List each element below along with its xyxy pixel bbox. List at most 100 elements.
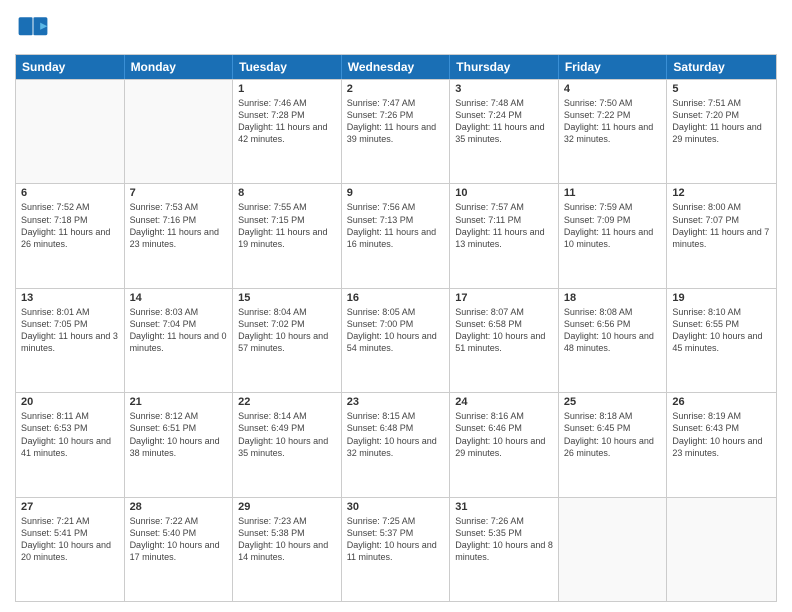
cal-cell-25: 25 Sunrise: 8:18 AM Sunset: 6:45 PM Dayli… <box>559 393 668 496</box>
cal-cell-15: 15Sunrise: 8:04 AM Sunset: 7:02 PM Dayli… <box>233 289 342 392</box>
cal-cell-empty-4-6 <box>667 498 776 601</box>
day-info: Sunrise: 8:08 AM Sunset: 6:56 PM Dayligh… <box>564 306 662 355</box>
calendar-body: 1 Sunrise: 7:46 AM Sunset: 7:28 PM Daylig… <box>16 79 776 601</box>
header-cell-sunday: Sunday <box>16 55 125 79</box>
day-info: Sunrise: 7:52 AM Sunset: 7:18 PM Dayligh… <box>21 201 119 250</box>
day-number: 10 <box>455 187 553 199</box>
header-cell-thursday: Thursday <box>450 55 559 79</box>
day-number: 13 <box>21 292 119 304</box>
day-number: 26 <box>672 396 771 408</box>
cal-cell-6: 6 Sunrise: 7:52 AM Sunset: 7:18 PM Daylig… <box>16 184 125 287</box>
day-info: Sunrise: 7:53 AM Sunset: 7:16 PM Dayligh… <box>130 201 228 250</box>
day-number: 27 <box>21 501 119 513</box>
cal-cell-11: 11 Sunrise: 7:59 AM Sunset: 7:09 PM Dayli… <box>559 184 668 287</box>
cal-cell-26: 26Sunrise: 8:19 AM Sunset: 6:43 PM Dayli… <box>667 393 776 496</box>
day-number: 16 <box>347 292 445 304</box>
day-info: Sunrise: 7:59 AM Sunset: 7:09 PM Dayligh… <box>564 201 662 250</box>
day-number: 8 <box>238 187 336 199</box>
header-cell-wednesday: Wednesday <box>342 55 451 79</box>
day-info: Sunrise: 7:55 AM Sunset: 7:15 PM Dayligh… <box>238 201 336 250</box>
logo-icon <box>15 10 51 46</box>
header-cell-saturday: Saturday <box>667 55 776 79</box>
calendar-header: SundayMondayTuesdayWednesdayThursdayFrid… <box>16 55 776 79</box>
day-info: Sunrise: 7:48 AM Sunset: 7:24 PM Dayligh… <box>455 97 553 146</box>
day-number: 4 <box>564 83 662 95</box>
day-info: Sunrise: 8:03 AM Sunset: 7:04 PM Dayligh… <box>130 306 228 355</box>
cal-cell-24: 24 Sunrise: 8:16 AM Sunset: 6:46 PM Dayli… <box>450 393 559 496</box>
cal-cell-13: 13 Sunrise: 8:01 AM Sunset: 7:05 PM Dayli… <box>16 289 125 392</box>
day-info: Sunrise: 7:22 AM Sunset: 5:40 PM Dayligh… <box>130 515 228 564</box>
day-info: Sunrise: 8:15 AM Sunset: 6:48 PM Dayligh… <box>347 410 445 459</box>
day-number: 24 <box>455 396 553 408</box>
cal-cell-16: 16 Sunrise: 8:05 AM Sunset: 7:00 PM Dayli… <box>342 289 451 392</box>
day-info: Sunrise: 7:23 AM Sunset: 5:38 PM Dayligh… <box>238 515 336 564</box>
cal-cell-9: 9 Sunrise: 7:56 AM Sunset: 7:13 PM Daylig… <box>342 184 451 287</box>
day-number: 9 <box>347 187 445 199</box>
cal-cell-4: 4 Sunrise: 7:50 AM Sunset: 7:22 PM Daylig… <box>559 80 668 183</box>
cal-cell-8: 8 Sunrise: 7:55 AM Sunset: 7:15 PM Daylig… <box>233 184 342 287</box>
cal-cell-27: 27 Sunrise: 7:21 AM Sunset: 5:41 PM Dayli… <box>16 498 125 601</box>
cal-cell-empty-0-1 <box>125 80 234 183</box>
cal-cell-2: 2Sunrise: 7:47 AM Sunset: 7:26 PM Daylig… <box>342 80 451 183</box>
cal-cell-30: 30Sunrise: 7:25 AM Sunset: 5:37 PM Dayli… <box>342 498 451 601</box>
day-number: 23 <box>347 396 445 408</box>
day-info: Sunrise: 8:16 AM Sunset: 6:46 PM Dayligh… <box>455 410 553 459</box>
cal-cell-10: 10 Sunrise: 7:57 AM Sunset: 7:11 PM Dayli… <box>450 184 559 287</box>
cal-cell-17: 17Sunrise: 8:07 AM Sunset: 6:58 PM Dayli… <box>450 289 559 392</box>
cal-cell-21: 21Sunrise: 8:12 AM Sunset: 6:51 PM Dayli… <box>125 393 234 496</box>
day-info: Sunrise: 7:25 AM Sunset: 5:37 PM Dayligh… <box>347 515 445 564</box>
day-number: 2 <box>347 83 445 95</box>
day-info: Sunrise: 7:46 AM Sunset: 7:28 PM Dayligh… <box>238 97 336 146</box>
day-info: Sunrise: 8:11 AM Sunset: 6:53 PM Dayligh… <box>21 410 119 459</box>
cal-cell-empty-4-5 <box>559 498 668 601</box>
cal-cell-28: 28 Sunrise: 7:22 AM Sunset: 5:40 PM Dayli… <box>125 498 234 601</box>
day-number: 11 <box>564 187 662 199</box>
day-number: 29 <box>238 501 336 513</box>
day-number: 31 <box>455 501 553 513</box>
day-info: Sunrise: 8:05 AM Sunset: 7:00 PM Dayligh… <box>347 306 445 355</box>
cal-cell-22: 22Sunrise: 8:14 AM Sunset: 6:49 PM Dayli… <box>233 393 342 496</box>
cal-cell-29: 29 Sunrise: 7:23 AM Sunset: 5:38 PM Dayli… <box>233 498 342 601</box>
day-info: Sunrise: 7:50 AM Sunset: 7:22 PM Dayligh… <box>564 97 662 146</box>
day-info: Sunrise: 8:14 AM Sunset: 6:49 PM Dayligh… <box>238 410 336 459</box>
week-row-4: 27 Sunrise: 7:21 AM Sunset: 5:41 PM Dayli… <box>16 497 776 601</box>
cal-cell-14: 14 Sunrise: 8:03 AM Sunset: 7:04 PM Dayli… <box>125 289 234 392</box>
cal-cell-5: 5 Sunrise: 7:51 AM Sunset: 7:20 PM Daylig… <box>667 80 776 183</box>
day-number: 21 <box>130 396 228 408</box>
day-number: 12 <box>672 187 771 199</box>
week-row-0: 1 Sunrise: 7:46 AM Sunset: 7:28 PM Daylig… <box>16 79 776 183</box>
day-info: Sunrise: 8:01 AM Sunset: 7:05 PM Dayligh… <box>21 306 119 355</box>
day-number: 3 <box>455 83 553 95</box>
day-number: 7 <box>130 187 228 199</box>
cal-cell-7: 7 Sunrise: 7:53 AM Sunset: 7:16 PM Daylig… <box>125 184 234 287</box>
day-number: 14 <box>130 292 228 304</box>
header-cell-friday: Friday <box>559 55 668 79</box>
page: SundayMondayTuesdayWednesdayThursdayFrid… <box>0 0 792 612</box>
header-cell-tuesday: Tuesday <box>233 55 342 79</box>
day-number: 5 <box>672 83 771 95</box>
day-number: 28 <box>130 501 228 513</box>
day-info: Sunrise: 7:57 AM Sunset: 7:11 PM Dayligh… <box>455 201 553 250</box>
cal-cell-23: 23 Sunrise: 8:15 AM Sunset: 6:48 PM Dayli… <box>342 393 451 496</box>
day-info: Sunrise: 7:26 AM Sunset: 5:35 PM Dayligh… <box>455 515 553 564</box>
cal-cell-1: 1 Sunrise: 7:46 AM Sunset: 7:28 PM Daylig… <box>233 80 342 183</box>
day-number: 25 <box>564 396 662 408</box>
day-info: Sunrise: 7:21 AM Sunset: 5:41 PM Dayligh… <box>21 515 119 564</box>
week-row-1: 6 Sunrise: 7:52 AM Sunset: 7:18 PM Daylig… <box>16 183 776 287</box>
cal-cell-20: 20 Sunrise: 8:11 AM Sunset: 6:53 PM Dayli… <box>16 393 125 496</box>
day-info: Sunrise: 7:56 AM Sunset: 7:13 PM Dayligh… <box>347 201 445 250</box>
cal-cell-31: 31 Sunrise: 7:26 AM Sunset: 5:35 PM Dayli… <box>450 498 559 601</box>
cal-cell-12: 12Sunrise: 8:00 AM Sunset: 7:07 PM Dayli… <box>667 184 776 287</box>
week-row-2: 13 Sunrise: 8:01 AM Sunset: 7:05 PM Dayli… <box>16 288 776 392</box>
week-row-3: 20 Sunrise: 8:11 AM Sunset: 6:53 PM Dayli… <box>16 392 776 496</box>
cal-cell-19: 19Sunrise: 8:10 AM Sunset: 6:55 PM Dayli… <box>667 289 776 392</box>
day-number: 1 <box>238 83 336 95</box>
day-info: Sunrise: 8:07 AM Sunset: 6:58 PM Dayligh… <box>455 306 553 355</box>
day-number: 6 <box>21 187 119 199</box>
header <box>15 10 777 46</box>
day-number: 20 <box>21 396 119 408</box>
day-info: Sunrise: 7:51 AM Sunset: 7:20 PM Dayligh… <box>672 97 771 146</box>
day-number: 15 <box>238 292 336 304</box>
header-cell-monday: Monday <box>125 55 234 79</box>
day-info: Sunrise: 8:18 AM Sunset: 6:45 PM Dayligh… <box>564 410 662 459</box>
